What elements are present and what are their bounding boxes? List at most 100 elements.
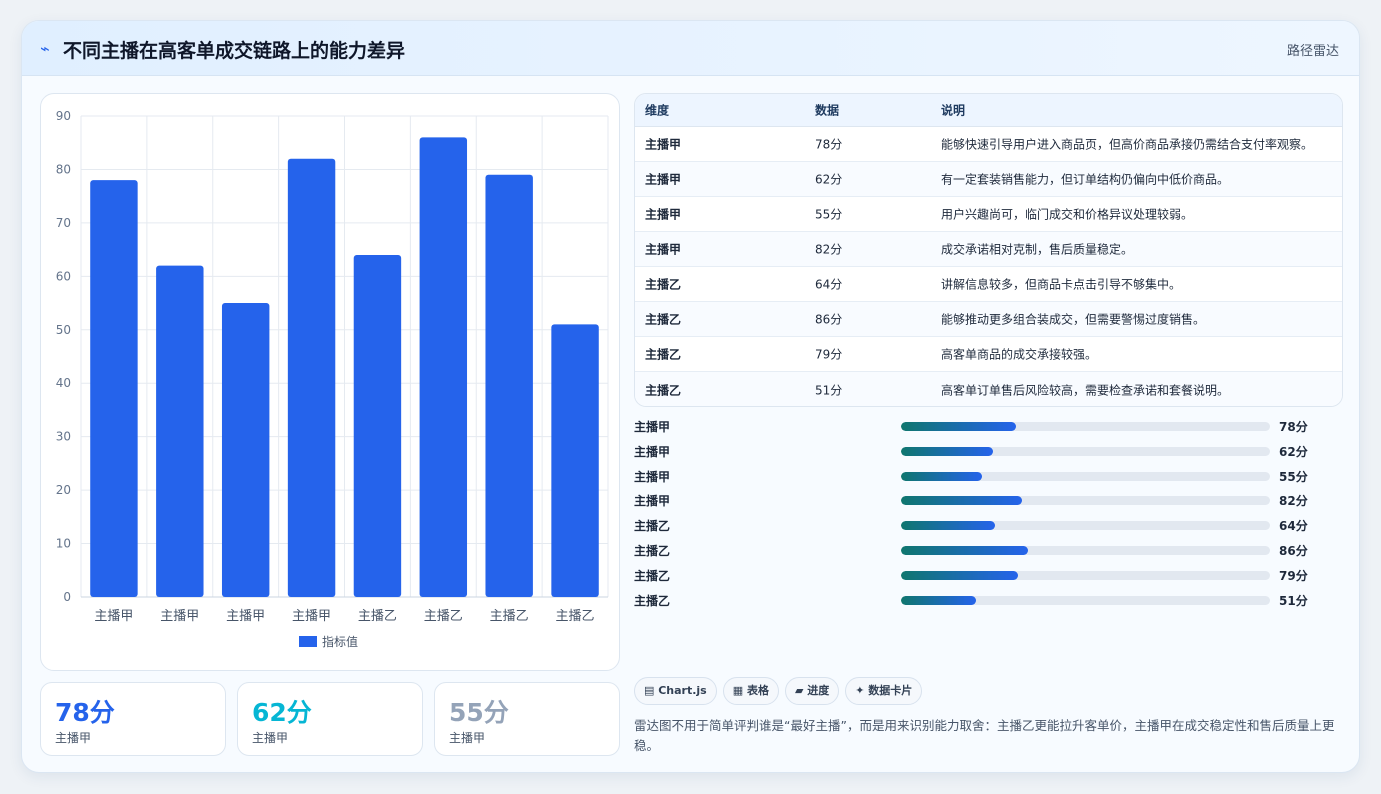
progress-label: 主播乙 [634, 568, 671, 583]
progress-row: 主播甲 82分 [634, 490, 1343, 515]
progress-fill [901, 496, 1023, 506]
tech-chip[interactable]: ▰ 进度 [784, 677, 840, 705]
x-tick-label: 主播乙 [556, 609, 595, 624]
table-cell: 82分 [815, 242, 843, 257]
progress-row: 主播乙 64分 [634, 515, 1343, 540]
bar[interactable] [156, 265, 204, 597]
progress-fill [901, 471, 983, 481]
table-cell: 主播甲 [645, 207, 682, 222]
table-cell: 64分 [815, 277, 843, 292]
chart-legend[interactable]: 指标值 [299, 633, 358, 650]
column-header: 说明 [941, 103, 966, 118]
page-title: 不同主播在高客单成交链路上的能力差异 [63, 40, 406, 62]
table-cell: 62分 [815, 172, 843, 187]
progress-fill [901, 521, 996, 531]
table-cell: 讲解信息较多，但商品卡点击引导不够集中。 [941, 277, 1182, 292]
stat-card: 55分 主播甲 [434, 682, 620, 756]
stat-value: 55分 [449, 698, 509, 727]
progress-value: 64分 [1279, 519, 1308, 534]
tech-chip[interactable]: ✦ 数据卡片 [845, 677, 923, 705]
table-cell: 高客单商品的成交承接较强。 [941, 347, 1098, 362]
bar-chart-panel: 0 10 20 30 40 50 60 70 80 90 主播甲 主播甲 主播甲 主播甲 主播乙 主播乙 主播乙… [40, 93, 620, 671]
progress-fill [901, 446, 993, 456]
table-cell: 79分 [815, 347, 843, 362]
table-cell: 主播乙 [645, 347, 682, 362]
legend-label: 指标值 [322, 635, 359, 649]
x-tick-label: 主播甲 [226, 609, 265, 624]
legend-swatch [299, 636, 317, 647]
table-cell: 成交承诺相对克制，售后质量稳定。 [941, 242, 1134, 257]
table-cell: 主播乙 [645, 383, 682, 397]
table-cell: 55分 [815, 207, 843, 222]
table-cell: 主播乙 [645, 277, 682, 292]
dashboard-card: ⌁ 不同主播在高客单成交链路上的能力差异 路径雷达 0 10 20 30 40 50 60 7… [21, 20, 1360, 773]
progress-label: 主播甲 [634, 469, 671, 484]
bar[interactable] [485, 174, 533, 597]
tech-chips: ▤ Chart.js ▦ 表格 ▰ 进度 ✦ 数据卡片 [634, 677, 928, 705]
table-cell: 能够快速引导用户进入商品页，但高价商品承接仍需结合支付率观察。 [941, 137, 1314, 152]
data-table: 维度 数据 说明 主播甲 78分 能够快速引导用户进入商品页，但高价商品承接仍需结合… [634, 93, 1343, 407]
y-tick-label: 90 [56, 109, 71, 123]
table-row: 主播甲 62分 有一定套装销售能力，但订单结构仍偏向中低价商品。 [635, 162, 1342, 197]
table-cell: 主播甲 [645, 137, 682, 152]
y-tick-label: 60 [56, 269, 71, 283]
progress-track [901, 595, 1270, 605]
header: ⌁ 不同主播在高客单成交链路上的能力差异 路径雷达 [22, 21, 1359, 76]
table-row: 主播乙 51分 高客单订单售后风险较高，需要检查承诺和套餐说明。 [635, 372, 1342, 406]
progress-row: 主播乙 51分 [634, 590, 1343, 615]
stat-card: 62分 主播甲 [237, 682, 423, 756]
table-cell: 主播乙 [645, 312, 682, 327]
progress-list: 主播甲 78分 主播甲 62分 主播甲 55分 主播甲 82分 主播乙 64分 主播乙 86分 主播乙 7… [634, 416, 1343, 614]
progress-row: 主播乙 79分 [634, 565, 1343, 590]
column-header: 维度 [645, 103, 670, 118]
tech-chip[interactable]: ▦ 表格 [722, 677, 779, 705]
tech-chip[interactable]: ▤ Chart.js [634, 677, 717, 705]
y-tick-label: 80 [56, 162, 71, 176]
progress-label: 主播甲 [634, 494, 671, 509]
y-tick-label: 20 [56, 483, 71, 497]
bar[interactable] [353, 254, 402, 597]
bar-chart: 0 10 20 30 40 50 60 70 80 90 主播甲 主播甲 主播甲 主播甲 主播乙 主播乙 主播乙… [56, 109, 609, 624]
progress-row: 主播甲 55分 [634, 466, 1343, 491]
bar[interactable] [287, 158, 336, 597]
progress-label: 主播甲 [634, 420, 671, 434]
progress-fill [901, 422, 1017, 431]
stat-value: 78分 [55, 698, 115, 727]
y-tick-label: 0 [63, 590, 71, 604]
progress-value: 79分 [1279, 568, 1308, 583]
y-tick-label: 30 [56, 430, 71, 444]
progress-value: 55分 [1279, 469, 1308, 484]
table-row: 主播甲 55分 用户兴趣尚可，临门成交和价格异议处理较弱。 [635, 197, 1342, 232]
x-tick-label: 主播乙 [490, 609, 529, 624]
progress-row: 主播甲 62分 [634, 441, 1343, 466]
x-tick-label: 主播乙 [358, 609, 397, 624]
stat-value: 62分 [252, 698, 312, 727]
stat-cards: 78分 主播甲 62分 主播甲 55分 主播甲 [40, 682, 620, 756]
progress-track [901, 446, 1270, 456]
progress-track [901, 521, 1270, 531]
progress-value: 82分 [1279, 494, 1308, 509]
progress-track [901, 422, 1270, 431]
y-tick-label: 40 [56, 376, 71, 390]
y-tick-label: 70 [56, 216, 71, 230]
table-row: 主播乙 79分 高客单商品的成交承接较强。 [635, 337, 1342, 372]
table-row: 主播乙 86分 能够推动更多组合装成交，但需要警惕过度销售。 [635, 302, 1342, 337]
bar[interactable] [551, 324, 599, 597]
bar[interactable] [419, 137, 468, 597]
y-tick-label: 50 [56, 323, 71, 337]
progress-value: 78分 [1279, 420, 1308, 434]
progress-fill [901, 570, 1018, 580]
progress-track [901, 545, 1270, 555]
table-cell: 主播甲 [645, 242, 682, 257]
progress-row: 主播甲 78分 [634, 416, 1343, 441]
progress-row: 主播乙 86分 [634, 540, 1343, 565]
footnote: 雷达图不用于简单评判谁是“最好主播”，而是用来识别能力取舍：主播乙更能拉升客单价… [634, 718, 1335, 753]
table-cell: 78分 [815, 137, 843, 152]
pulse-icon: ⌁ [40, 39, 50, 58]
bar[interactable] [90, 180, 138, 597]
table-cell: 有一定套装销售能力，但订单结构仍偏向中低价商品。 [941, 172, 1230, 187]
column-header: 数据 [815, 103, 840, 118]
table-cell: 用户兴趣尚可，临门成交和价格异议处理较弱。 [941, 207, 1194, 222]
bar[interactable] [221, 303, 270, 597]
stat-card: 78分 主播甲 [40, 682, 226, 756]
